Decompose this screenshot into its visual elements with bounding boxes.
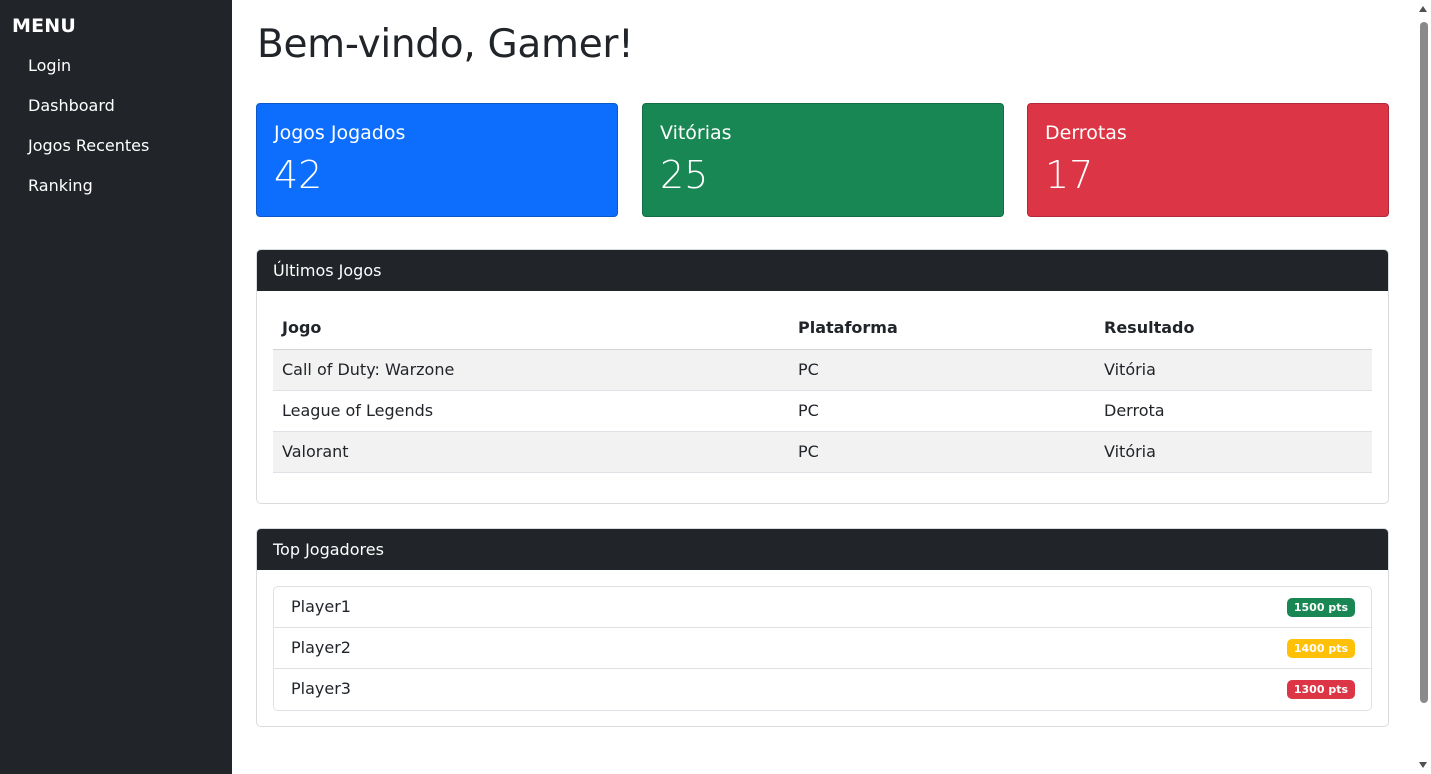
cell-game: Call of Duty: Warzone: [273, 349, 789, 391]
column-header-platform: Plataforma: [789, 307, 1095, 350]
cell-platform: PC: [789, 390, 1095, 432]
points-badge: 1400 pts: [1286, 639, 1355, 658]
stat-label: Vitórias: [660, 122, 732, 144]
cell-result: Vitória: [1095, 431, 1372, 473]
stat-value: 17: [1045, 153, 1094, 197]
table-row: Call of Duty: Warzone PC Vitória: [273, 349, 1372, 391]
stat-label: Derrotas: [1045, 122, 1127, 144]
sidebar-item-login[interactable]: Login: [28, 54, 149, 94]
stat-card-games-played: Jogos Jogados 42: [256, 103, 618, 217]
sidebar-item-ranking[interactable]: Ranking: [28, 174, 149, 214]
stat-value: 25: [660, 153, 709, 197]
stat-value: 42: [274, 153, 323, 197]
list-item: Player2 1400 pts: [274, 628, 1371, 669]
column-header-game: Jogo: [273, 307, 789, 350]
points-badge: 1300 pts: [1286, 680, 1355, 699]
sidebar: MENU Login Dashboard Jogos Recentes Rank…: [0, 0, 232, 774]
sidebar-item-dashboard[interactable]: Dashboard: [28, 94, 149, 134]
sidebar-item-recent-games[interactable]: Jogos Recentes: [28, 134, 149, 174]
table-row: League of Legends PC Derrota: [273, 390, 1372, 432]
table-row: Valorant PC Vitória: [273, 431, 1372, 473]
cell-result: Vitória: [1095, 349, 1372, 391]
top-players-list: Player1 1500 pts Player2 1400 pts Player…: [273, 586, 1372, 711]
page-title: Bem-vindo, Gamer!: [257, 22, 634, 67]
panel-header: Últimos Jogos: [257, 250, 1388, 291]
scrollbar-thumb[interactable]: [1420, 22, 1428, 703]
sidebar-item-label[interactable]: Ranking: [28, 176, 93, 195]
player-name: Player3: [291, 679, 351, 698]
player-name: Player1: [291, 597, 351, 616]
player-name: Player2: [291, 638, 351, 657]
sidebar-item-label[interactable]: Jogos Recentes: [28, 136, 149, 155]
scroll-up-arrow-icon[interactable]: [1419, 6, 1427, 12]
sidebar-item-label[interactable]: Dashboard: [28, 96, 115, 115]
recent-games-panel: Últimos Jogos Jogo Plataforma Resultado …: [256, 249, 1389, 504]
table-header-row: Jogo Plataforma Resultado: [273, 307, 1372, 350]
cell-platform: PC: [789, 431, 1095, 473]
stat-card-wins: Vitórias 25: [642, 103, 1004, 217]
list-item: Player3 1300 pts: [274, 669, 1371, 710]
scroll-down-arrow-icon[interactable]: [1419, 762, 1427, 768]
sidebar-menu: Login Dashboard Jogos Recentes Ranking: [28, 54, 149, 214]
panel-header: Top Jogadores: [257, 529, 1388, 570]
stat-card-losses: Derrotas 17: [1027, 103, 1389, 217]
recent-games-table: Jogo Plataforma Resultado Call of Duty: …: [273, 307, 1372, 473]
top-players-panel: Top Jogadores Player1 1500 pts Player2 1…: [256, 528, 1389, 727]
stat-label: Jogos Jogados: [274, 122, 406, 144]
page-scrollbar[interactable]: [1416, 0, 1431, 774]
points-badge: 1500 pts: [1286, 598, 1355, 617]
cell-game: Valorant: [273, 431, 789, 473]
cell-result: Derrota: [1095, 390, 1372, 432]
cell-platform: PC: [789, 349, 1095, 391]
list-item: Player1 1500 pts: [274, 587, 1371, 628]
sidebar-item-label[interactable]: Login: [28, 56, 71, 75]
column-header-result: Resultado: [1095, 307, 1372, 350]
sidebar-title: MENU: [12, 15, 77, 37]
cell-game: League of Legends: [273, 390, 789, 432]
